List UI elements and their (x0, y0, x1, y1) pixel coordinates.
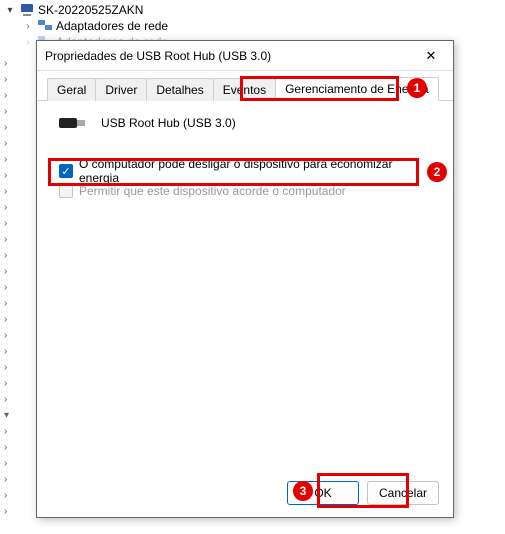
checkbox-icon: ✓ (59, 164, 73, 178)
chevron-right-icon: › (4, 440, 9, 456)
chevron-right-icon: › (4, 488, 9, 504)
network-adapter-icon (38, 20, 52, 32)
chevron-right-icon: › (22, 21, 34, 32)
tab-events[interactable]: Eventos (213, 78, 276, 101)
chevron-right-icon: › (4, 280, 9, 296)
tree-root-row[interactable]: ▾ SK-20220525ZAKN (0, 2, 505, 18)
dialog-titlebar: Propriedades de USB Root Hub (USB 3.0) ✕ (37, 41, 453, 71)
chevron-right-icon: › (4, 56, 9, 72)
chevron-right-icon: › (4, 392, 9, 408)
chevron-right-icon: › (4, 104, 9, 120)
tree-root-label: SK-20220525ZAKN (38, 3, 143, 17)
tab-power-management[interactable]: Gerenciamento de Energia (275, 77, 438, 101)
chevron-right-icon: › (4, 360, 9, 376)
checkbox-group: ✓ O computador pode desligar o dispositi… (37, 139, 453, 201)
dialog-title: Propriedades de USB Root Hub (USB 3.0) (45, 49, 417, 63)
checkbox-allow-power-off[interactable]: ✓ O computador pode desligar o dispositi… (59, 161, 435, 181)
chevron-right-icon: › (4, 248, 9, 264)
tab-details[interactable]: Detalhes (146, 78, 213, 101)
chevron-right-icon: › (4, 136, 9, 152)
tree-item-network-adapters[interactable]: › Adaptadores de rede (0, 18, 505, 34)
checkbox-label: O computador pode desligar o dispositivo… (79, 157, 435, 185)
chevron-right-icon: › (4, 504, 9, 520)
chevron-right-icon: › (4, 264, 9, 280)
checkbox-label: Permitir que este dispositivo acorde o c… (79, 184, 346, 198)
chevron-right-icon: › (4, 72, 9, 88)
dialog-tabs: Geral Driver Detalhes Eventos Gerenciame… (37, 71, 453, 101)
chevron-right-icon: › (4, 328, 9, 344)
chevron-down-icon: ▾ (4, 5, 16, 16)
device-header: USB Root Hub (USB 3.0) (37, 101, 453, 139)
chevron-right-icon: › (4, 216, 9, 232)
chevron-right-icon: › (4, 344, 9, 360)
chevron-right-icon: › (4, 120, 9, 136)
checkbox-icon (59, 184, 73, 198)
tab-driver[interactable]: Driver (95, 78, 147, 101)
chevron-right-icon: › (4, 456, 9, 472)
chevron-right-icon: › (4, 184, 9, 200)
dialog-buttons: OK Cancelar (287, 481, 439, 505)
properties-dialog: Propriedades de USB Root Hub (USB 3.0) ✕… (36, 40, 454, 518)
chevron-right-icon: › (4, 424, 9, 440)
tree-chevrons: › › › › › › › › › › › › › › › › › › › › … (4, 56, 9, 520)
chevron-right-icon: › (4, 152, 9, 168)
chevron-right-icon: › (4, 232, 9, 248)
close-button[interactable]: ✕ (417, 48, 445, 64)
device-name-label: USB Root Hub (USB 3.0) (101, 116, 236, 130)
chevron-right-icon: › (4, 376, 9, 392)
cancel-button[interactable]: Cancelar (367, 481, 439, 505)
chevron-right-icon: › (4, 472, 9, 488)
tab-general[interactable]: Geral (47, 78, 96, 101)
chevron-right-icon: › (4, 168, 9, 184)
chevron-right-icon: › (4, 312, 9, 328)
chevron-right-icon: › (4, 200, 9, 216)
usb-icon (59, 115, 87, 131)
chevron-right-icon: › (4, 296, 9, 312)
computer-icon (20, 4, 34, 16)
chevron-right-icon: › (4, 88, 9, 104)
chevron-right-icon: › (22, 37, 34, 48)
ok-button[interactable]: OK (287, 481, 359, 505)
tree-item-label: Adaptadores de rede (56, 19, 168, 33)
chevron-down-icon: ▾ (4, 408, 9, 424)
